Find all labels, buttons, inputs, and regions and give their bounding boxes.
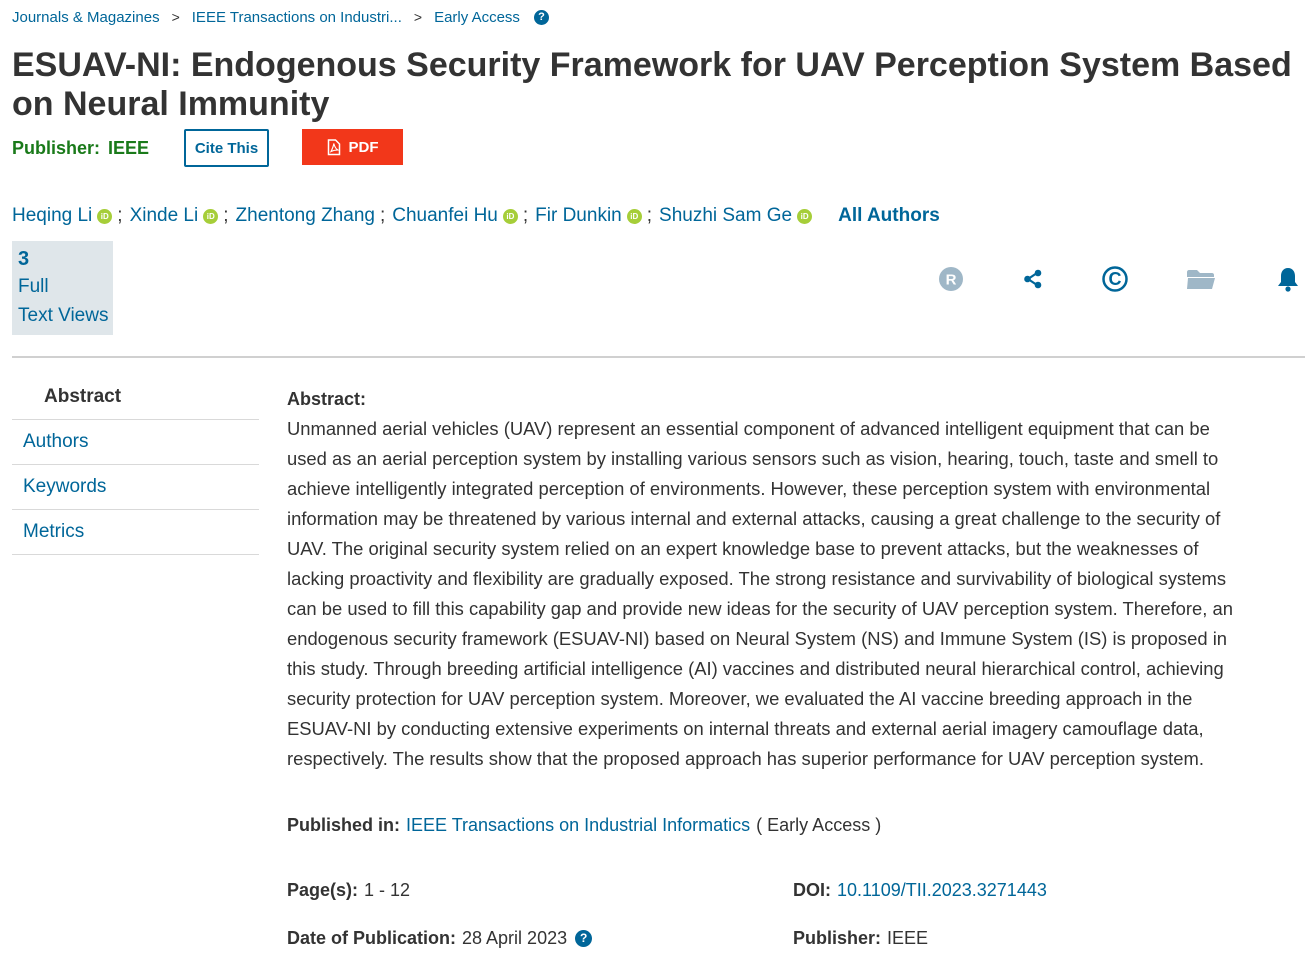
author-link[interactable]: Fir Dunkin iD xyxy=(535,205,642,227)
breadcrumb-separator: > xyxy=(171,9,180,25)
sidebar-nav: Abstract Authors Keywords Metrics xyxy=(12,375,259,555)
rights-r-icon[interactable]: R xyxy=(936,264,966,294)
author-link[interactable]: Xinde Li iD xyxy=(130,205,219,227)
abstract-heading: Abstract: xyxy=(287,389,367,409)
bell-icon[interactable] xyxy=(1273,264,1303,294)
abstract-line: Unmanned aerial vehicles (UAV) represent… xyxy=(287,418,1210,439)
publication-date-info: Date of Publication: 28 April 2023 ? xyxy=(287,925,593,951)
author-link[interactable]: Zhentong Zhang xyxy=(236,205,375,227)
publication-date-value: 28 April 2023 xyxy=(462,927,568,948)
publisher-label: Publisher: xyxy=(12,137,101,158)
svg-text:C: C xyxy=(1109,269,1122,289)
pdf-button-label: PDF xyxy=(348,138,379,156)
author-link[interactable]: Chuanfei Hu iD xyxy=(392,205,518,227)
sidebar-item-authors[interactable]: Authors xyxy=(12,420,259,465)
author-name: Xinde Li xyxy=(129,205,199,226)
cite-this-button[interactable]: Cite This xyxy=(184,129,269,167)
publisher-info: Publisher: IEEE xyxy=(793,925,928,951)
orcid-icon[interactable]: iD xyxy=(97,208,113,224)
publication-date-label: Date of Publication: xyxy=(287,927,457,948)
journal-link[interactable]: IEEE Transactions on Industrial Informat… xyxy=(406,815,750,836)
article-title: ESUAV-NI: Endogenous Security Framework … xyxy=(12,46,1292,123)
sidebar-item-metrics[interactable]: Metrics xyxy=(12,510,259,555)
pdf-button[interactable]: PDF xyxy=(302,129,403,165)
doi-info: DOI: 10.1109/TII.2023.3271443 xyxy=(793,877,1047,903)
breadcrumb-journal-title[interactable]: IEEE Transactions on Industri... xyxy=(192,9,402,26)
abstract-section: Abstract: Unmanned aerial vehicles (UAV)… xyxy=(287,384,1297,774)
doi-label: DOI: xyxy=(793,879,831,900)
abstract-line: this study. Through breeding artificial … xyxy=(287,658,1224,679)
author-name: Chuanfei Hu xyxy=(392,205,498,226)
breadcrumb-early-access[interactable]: Early Access xyxy=(434,9,520,26)
rights-r-glyph: R xyxy=(946,272,957,289)
abstract-line: respectively. The results show that the … xyxy=(287,748,1204,769)
published-in-status: ( Early Access ) xyxy=(756,814,882,835)
author-name: Heqing Li xyxy=(12,205,93,226)
author-name: Zhentong Zhang xyxy=(235,205,375,226)
pages-label: Page(s): xyxy=(287,879,359,900)
abstract-line: achieve intelligently integrated percept… xyxy=(287,478,1211,499)
author-separator: ; xyxy=(646,205,653,226)
share-icon[interactable] xyxy=(1018,264,1048,294)
abstract-line: endogenous security framework (ESUAV-NI)… xyxy=(287,628,1228,649)
all-authors-link[interactable]: All Authors xyxy=(838,205,940,227)
doi-link[interactable]: 10.1109/TII.2023.3271443 xyxy=(837,880,1047,901)
breadcrumb: Journals & Magazines > IEEE Transactions… xyxy=(12,6,549,28)
help-icon[interactable]: ? xyxy=(575,929,593,947)
author-separator: ; xyxy=(379,205,386,226)
abstract-line: can be used to fill this capability gap … xyxy=(287,598,1233,619)
copyright-icon[interactable]: C xyxy=(1100,264,1130,294)
help-icon[interactable]: ? xyxy=(533,9,549,25)
pages-info: Page(s): 1 - 12 xyxy=(287,877,410,903)
publisher-name: IEEE xyxy=(108,137,150,158)
orcid-icon[interactable]: iD xyxy=(797,208,813,224)
folder-icon[interactable] xyxy=(1186,264,1216,294)
breadcrumb-separator: > xyxy=(413,9,423,25)
publisher-row: Publisher: IEEE Cite This PDF xyxy=(12,128,403,168)
breadcrumb-journals[interactable]: Journals & Magazines xyxy=(12,9,160,26)
abstract-line: ESUAV-NI by conducting extensive experim… xyxy=(287,718,1204,739)
section-divider xyxy=(12,356,1305,358)
full-text-views-count: 3 xyxy=(18,248,30,270)
abstract-line: used as an aerial perception system by i… xyxy=(287,448,1219,469)
orcid-icon[interactable]: iD xyxy=(626,208,642,224)
author-name: Shuzhi Sam Ge xyxy=(659,205,793,226)
author-separator: ; xyxy=(522,205,529,226)
abstract-line: lacking proactivity and flexibility are … xyxy=(287,568,1227,589)
author-link[interactable]: Heqing Li iD xyxy=(12,205,113,227)
published-in-label: Published in: xyxy=(287,814,401,835)
author-separator: ; xyxy=(223,205,229,226)
abstract-line: security protection for UAV perception s… xyxy=(287,688,1193,709)
full-text-views-label-line1: Full xyxy=(18,276,49,297)
author-name: Fir Dunkin xyxy=(535,205,622,226)
abstract-line: information may be threatened by various… xyxy=(287,508,1221,529)
abstract-line: UAV. The original security system relied… xyxy=(287,538,1199,559)
full-text-views-metric[interactable]: 3 Full Text Views xyxy=(12,241,113,335)
publisher-info-label: Publisher: xyxy=(793,927,882,948)
sidebar-item-abstract[interactable]: Abstract xyxy=(12,375,259,420)
pages-value: 1 - 12 xyxy=(364,879,411,900)
published-in: Published in: IEEE Transactions on Indus… xyxy=(287,812,881,838)
author-link[interactable]: Shuzhi Sam Ge iD xyxy=(659,205,813,227)
full-text-views-label-line2: Text Views xyxy=(18,305,109,326)
orcid-icon[interactable]: iD xyxy=(502,208,518,224)
author-separator: ; xyxy=(117,205,123,226)
publisher-info-value: IEEE xyxy=(887,927,929,948)
author-list: Heqing Li iD; Xinde Li iD; Zhentong Zhang; Ch… xyxy=(12,204,940,228)
sidebar-item-keywords[interactable]: Keywords xyxy=(12,465,259,510)
abstract-text: Unmanned aerial vehicles (UAV) represent… xyxy=(287,414,1297,774)
orcid-icon[interactable]: iD xyxy=(203,208,219,224)
pdf-file-icon xyxy=(327,138,340,155)
